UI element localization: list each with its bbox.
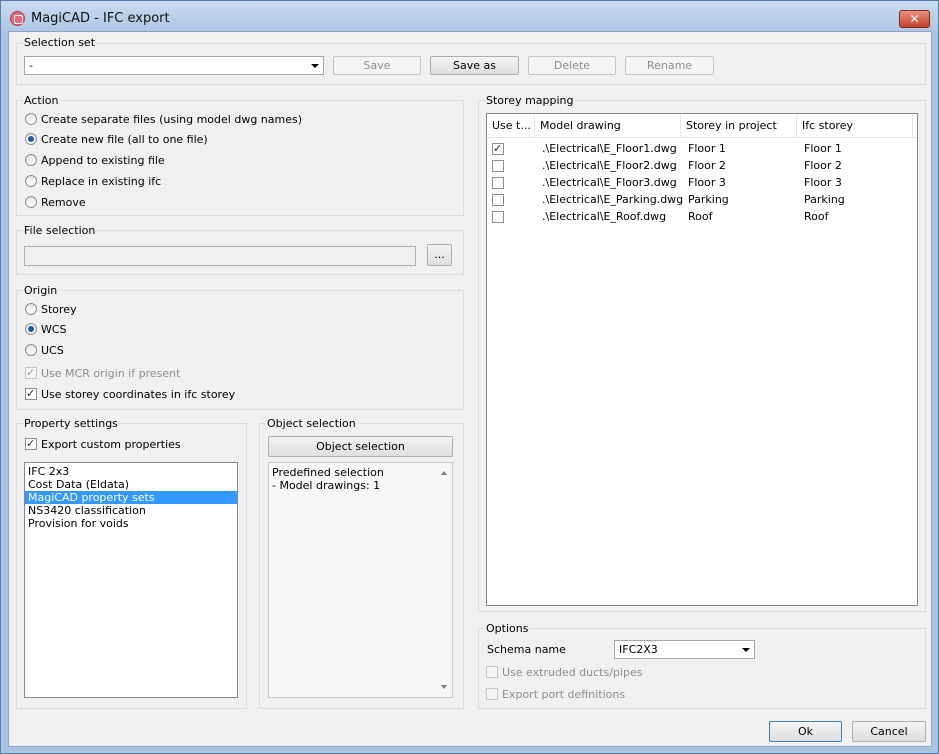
storey-mapping-table: Use t... Model drawing Storey in project… [486, 113, 918, 606]
options-label: Options [485, 622, 530, 635]
schema-name-dropdown[interactable]: IFC2X3 [614, 640, 755, 659]
radio-icon [25, 303, 37, 315]
list-item[interactable]: IFC 2x3 [25, 465, 237, 478]
storey-mapping-label: Storey mapping [485, 94, 575, 107]
origin-option-storey[interactable]: Storey [25, 303, 77, 319]
magicad-logo-icon [10, 11, 25, 26]
radio-selected-icon [25, 133, 37, 145]
scroll-down-icon[interactable] [441, 685, 447, 689]
list-item[interactable]: Cost Data (Eldata) [25, 478, 237, 491]
checkbox-checked-icon [25, 437, 37, 451]
ok-button[interactable]: Ok [769, 721, 842, 742]
ifc-export-window: MagiCAD - IFC export ✕ Selection set - S… [0, 0, 939, 754]
action-option-new-file[interactable]: Create new file (all to one file) [25, 133, 208, 149]
action-option-replace[interactable]: Replace in existing ifc [25, 175, 161, 191]
selection-set-label: Selection set [23, 36, 97, 49]
chevron-down-icon [742, 648, 750, 652]
checkbox-icon[interactable] [492, 211, 504, 223]
cancel-button[interactable]: Cancel [852, 721, 926, 742]
close-button[interactable]: ✕ [899, 10, 930, 28]
table-row[interactable]: .\Electrical\E_Floor2.dwg Floor 2 Floor … [487, 157, 917, 174]
radio-icon [25, 344, 37, 356]
export-port-definitions-checkbox[interactable]: Export port definitions [486, 688, 625, 704]
file-selection-label: File selection [23, 224, 97, 237]
scroll-up-icon[interactable] [441, 471, 447, 475]
radio-icon [25, 113, 37, 125]
selection-set-dropdown[interactable]: - [24, 56, 324, 75]
action-option-separate-files[interactable]: Create separate files (using model dwg n… [25, 113, 302, 129]
export-custom-properties-checkbox[interactable]: Export custom properties [25, 437, 181, 454]
summary-line: Predefined selection [272, 466, 384, 479]
action-option-remove[interactable]: Remove [25, 196, 86, 212]
table-row[interactable]: .\Electrical\E_Roof.dwg Roof Roof [487, 208, 917, 225]
checkbox-icon[interactable] [492, 194, 504, 206]
origin-option-wcs[interactable]: WCS [25, 323, 67, 339]
property-settings-label: Property settings [23, 417, 119, 430]
checkbox-checked-icon [25, 366, 37, 380]
table-row[interactable]: .\Electrical\E_Parking.dwg Parking Parki… [487, 191, 917, 208]
list-item[interactable]: NS3420 classification [25, 504, 237, 517]
column-header-storey-in-project[interactable]: Storey in project [681, 114, 797, 138]
dialog-body: Selection set - Save Save as Delete Rena… [8, 31, 932, 747]
schema-name-label: Schema name [486, 643, 567, 656]
table-row[interactable]: .\Electrical\E_Floor3.dwg Floor 3 Floor … [487, 174, 917, 191]
object-selection-label: Object selection [266, 417, 357, 430]
save-button[interactable]: Save [333, 56, 421, 75]
list-item-selected[interactable]: MagiCAD property sets [25, 491, 237, 504]
summary-line: - Model drawings: 1 [272, 479, 381, 492]
action-option-append[interactable]: Append to existing file [25, 154, 165, 170]
checkbox-icon [486, 688, 498, 700]
browse-button[interactable]: ... [427, 244, 452, 266]
chevron-down-icon [311, 64, 319, 68]
list-item[interactable]: Provision for voids [25, 517, 237, 530]
origin-option-ucs[interactable]: UCS [25, 344, 64, 360]
file-path-input[interactable] [24, 246, 416, 266]
checkbox-icon [486, 666, 498, 678]
origin-label: Origin [23, 284, 59, 297]
use-extruded-checkbox[interactable]: Use extruded ducts/pipes [486, 666, 642, 682]
object-selection-summary: Predefined selection - Model drawings: 1 [268, 462, 453, 698]
property-sets-list[interactable]: IFC 2x3 Cost Data (Eldata) MagiCAD prope… [24, 462, 238, 698]
radio-icon [25, 175, 37, 187]
column-header-use[interactable]: Use t... [487, 114, 535, 138]
delete-button[interactable]: Delete [528, 56, 616, 75]
checkbox-checked-icon[interactable] [492, 142, 504, 155]
selection-set-value: - [29, 59, 33, 72]
action-label: Action [23, 94, 60, 107]
radio-icon [25, 154, 37, 166]
schema-name-value: IFC2X3 [619, 643, 658, 656]
column-header-model-drawing[interactable]: Model drawing [535, 114, 681, 138]
use-mcr-origin-checkbox[interactable]: Use MCR origin if present [25, 366, 180, 383]
save-as-button[interactable]: Save as [430, 56, 519, 75]
rename-button[interactable]: Rename [625, 56, 714, 75]
use-storey-coordinates-checkbox[interactable]: Use storey coordinates in ifc storey [25, 387, 235, 404]
radio-selected-icon [25, 323, 37, 335]
window-title: MagiCAD - IFC export [31, 11, 170, 26]
radio-icon [25, 196, 37, 208]
checkbox-icon[interactable] [492, 160, 504, 172]
table-header: Use t... Model drawing Storey in project… [487, 114, 917, 138]
checkbox-icon[interactable] [492, 177, 504, 189]
column-header-ifc-storey[interactable]: Ifc storey [797, 114, 913, 138]
object-selection-button[interactable]: Object selection [268, 436, 453, 457]
checkbox-checked-icon [25, 387, 37, 401]
table-row[interactable]: .\Electrical\E_Floor1.dwg Floor 1 Floor … [487, 140, 917, 157]
